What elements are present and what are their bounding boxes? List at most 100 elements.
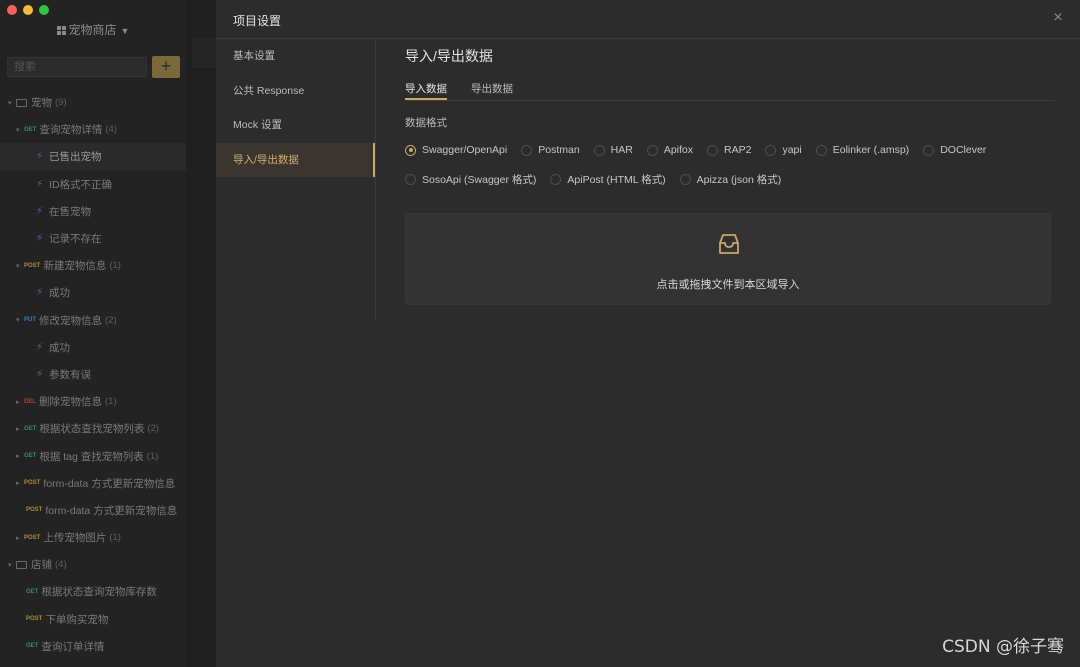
format-radio[interactable]: yapi (765, 144, 802, 156)
format-radio[interactable]: HAR (593, 144, 633, 156)
method-badge: DEL (24, 398, 36, 405)
tree-item-label: 根据 tag 查找宠物列表 (39, 450, 144, 463)
format-radio[interactable]: SosoApi (Swagger 格式) (405, 172, 536, 187)
sidebar: 宠物商店 ▼ 搜索 + ▾ 宠物 (9) ▾ GET 查询宠物详情 (4) ⚡ 已售出宠物 ⚡ ID格… (0, 0, 186, 667)
case-icon: ⚡ (36, 151, 44, 163)
tree-item[interactable]: ⚡ 在售宠物 (0, 198, 186, 225)
modal-content: 导入/导出数据 导入数据 导出数据 数据格式 Swagger/OpenApi Pos… (405, 39, 1055, 305)
tree-item-label: form-data 方式更新宠物信息 (43, 477, 176, 490)
tree-item[interactable]: ▾ PUT 修改宠物信息 (2) (0, 307, 186, 334)
background-panel (186, 0, 216, 667)
radio-circle (550, 174, 562, 185)
zoom-window-button[interactable] (39, 5, 49, 15)
format-radio[interactable]: Postman (521, 144, 580, 156)
format-radio-label: Eolinker (.amsp) (832, 144, 910, 156)
close-window-button[interactable] (7, 5, 17, 15)
format-radio[interactable]: Apizza (json 格式) (679, 172, 781, 187)
search-input[interactable]: 搜索 (7, 57, 147, 77)
settings-nav-item[interactable]: 公共 Response (216, 74, 375, 109)
chevron-down-icon: ▾ (16, 126, 20, 134)
chevron-down-icon: ▸ (16, 398, 20, 406)
tree-item[interactable]: ⚡ 参数有误 (0, 361, 186, 388)
import-export-tabs: 导入数据 导出数据 (405, 81, 1055, 101)
tree-item-label: 根据状态查找宠物列表 (39, 423, 145, 436)
radio-circle (765, 144, 777, 156)
case-icon: ⚡ (36, 287, 44, 299)
tree-item-label: 成功 (49, 287, 71, 300)
chevron-down-icon: ▸ (16, 534, 20, 542)
inbox-icon (719, 234, 739, 254)
radio-circle (679, 174, 691, 185)
tree-item-count: (4) (55, 559, 67, 571)
folder-icon (16, 560, 27, 569)
method-badge: GET (24, 425, 37, 432)
tree-item-label: 修改宠物信息 (39, 314, 102, 327)
tree-item[interactable]: ▸ POST 上传宠物图片 (1) (0, 524, 186, 551)
tree-item[interactable]: GET 根据状态查询宠物库存数 (0, 578, 186, 605)
settings-nav-item[interactable]: 导入/导出数据 (216, 142, 375, 177)
case-icon: ⚡ (36, 233, 44, 245)
tree-item[interactable]: GET 查询订单详情 (0, 633, 186, 660)
tree-item[interactable]: POST form-data 方式更新宠物信息 (0, 497, 186, 524)
window-controls (7, 5, 49, 15)
project-settings-modal: 项目设置 × 基本设置 公共 Response Mock 设置 导入/导出数据 导入/… (216, 0, 1080, 667)
tree-item[interactable]: ▸ POST form-data 方式更新宠物信息 (0, 470, 186, 497)
settings-nav-item[interactable]: Mock 设置 (216, 108, 375, 143)
file-dropzone[interactable]: 点击或拖拽文件到本区域导入 (405, 213, 1051, 305)
format-radio[interactable]: Apifox (646, 144, 693, 156)
tree-item[interactable]: ⚡ ID格式不正确 (0, 171, 186, 198)
format-radio[interactable]: Swagger/OpenApi (405, 144, 507, 156)
tree-item-count: (2) (105, 314, 117, 326)
tree-item-label: form-data 方式更新宠物信息 (45, 504, 178, 517)
tree-item[interactable]: ▾ 宠物 (9) (0, 89, 186, 116)
case-icon: ⚡ (36, 205, 44, 217)
format-radio-label: yapi (782, 144, 802, 156)
api-tree: ▾ 宠物 (9) ▾ GET 查询宠物详情 (4) ⚡ 已售出宠物 ⚡ ID格式不正确 ⚡ 在售宠物 ⚡ 记… (0, 89, 186, 660)
tree-item[interactable]: ⚡ 已售出宠物 (0, 143, 186, 171)
tree-item-label: ID格式不正确 (49, 178, 113, 191)
format-radio[interactable]: Eolinker (.amsp) (815, 144, 910, 156)
tab-export[interactable]: 导出数据 (471, 81, 513, 100)
tree-item[interactable]: ⚡ 成功 (0, 279, 186, 306)
settings-nav-item[interactable]: 基本设置 (216, 39, 375, 74)
settings-nav: 基本设置 公共 Response Mock 设置 导入/导出数据 (216, 39, 376, 320)
tree-item[interactable]: ⚡ 成功 (0, 334, 186, 361)
chevron-down-icon: ▾ (16, 317, 20, 325)
tree-item[interactable]: ▸ GET 根据状态查找宠物列表 (2) (0, 415, 186, 442)
radio-circle (405, 174, 416, 185)
tree-item[interactable]: ▾ 店铺 (4) (0, 551, 186, 578)
method-badge: GET (24, 453, 37, 460)
tree-item-label: 参数有误 (49, 368, 92, 381)
tree-item-count: (9) (55, 97, 67, 109)
format-radio-label: ApiPost (HTML 格式) (567, 174, 666, 186)
radio-circle (646, 144, 658, 156)
format-radio[interactable]: RAP2 (707, 144, 751, 156)
tree-item[interactable]: ▾ POST 新建宠物信息 (1) (0, 252, 186, 279)
tree-item[interactable]: ▸ DEL 删除宠物信息 (1) (0, 388, 186, 415)
radio-circle (923, 144, 935, 156)
tree-item[interactable]: ▸ GET 根据 tag 查找宠物列表 (1) (0, 442, 186, 469)
method-badge: GET (24, 126, 37, 133)
tree-item-label: 删除宠物信息 (39, 396, 102, 409)
case-icon: ⚡ (36, 178, 44, 190)
add-button[interactable]: + (152, 56, 180, 78)
dropzone-text: 点击或拖拽文件到本区域导入 (656, 279, 800, 291)
tree-item[interactable]: POST 下单购买宠物 (0, 606, 186, 633)
minimize-window-button[interactable] (23, 5, 33, 15)
project-selector[interactable]: 宠物商店 ▼ (0, 21, 186, 38)
method-badge: POST (26, 616, 43, 623)
tree-item[interactable]: ⚡ 记录不存在 (0, 225, 186, 252)
method-badge: POST (26, 507, 43, 514)
tree-item-label: 根据状态查询宠物库存数 (41, 586, 157, 599)
tab-import[interactable]: 导入数据 (405, 81, 447, 100)
format-radio[interactable]: ApiPost (HTML 格式) (550, 172, 666, 187)
chevron-down-icon: ▾ (16, 262, 20, 270)
method-badge: POST (24, 480, 41, 487)
grid-icon (56, 26, 66, 35)
method-badge: GET (26, 643, 39, 650)
close-icon[interactable]: × (1050, 10, 1066, 26)
format-radio-label: SosoApi (Swagger 格式) (422, 174, 537, 186)
chevron-down-icon: ▾ (8, 99, 12, 107)
tree-item[interactable]: ▾ GET 查询宠物详情 (4) (0, 116, 186, 143)
format-radio[interactable]: DOClever (923, 144, 986, 156)
